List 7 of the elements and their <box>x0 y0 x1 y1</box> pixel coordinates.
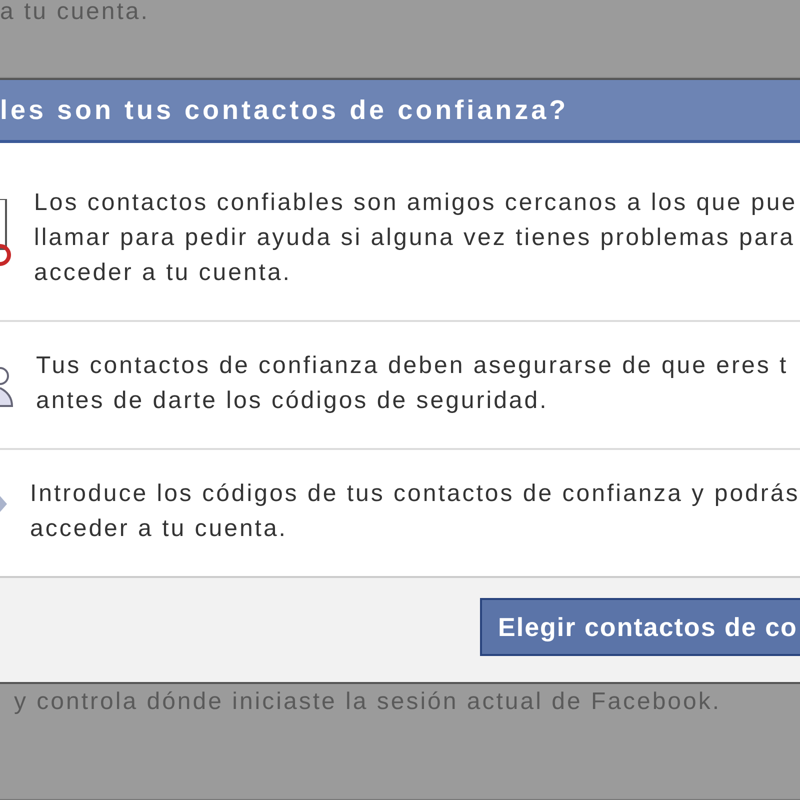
background-text: a tu cuenta. <box>0 0 150 26</box>
step-description: Tus contactos de confianza deben asegurarse de que eres t antes de darte los códigos de seguridad. <box>36 351 788 416</box>
choose-contacts-button[interactable]: Elegir contactos de co <box>480 598 800 656</box>
dialog-title: les son tus contactos de confianza? <box>0 94 569 126</box>
step-description: Los contactos confiables son amigos cercanos a los que pue llamar para pedir ayuda si alguna vez tienes problemas para acceder a tu cuenta. <box>34 188 798 288</box>
background-text: y controla dónde iniciaste la sesión actual de Facebook. <box>13 688 722 716</box>
step-description: Introduce los códigos de tus contactos de confianza y podrás acceder a tu cuenta. <box>30 479 800 544</box>
